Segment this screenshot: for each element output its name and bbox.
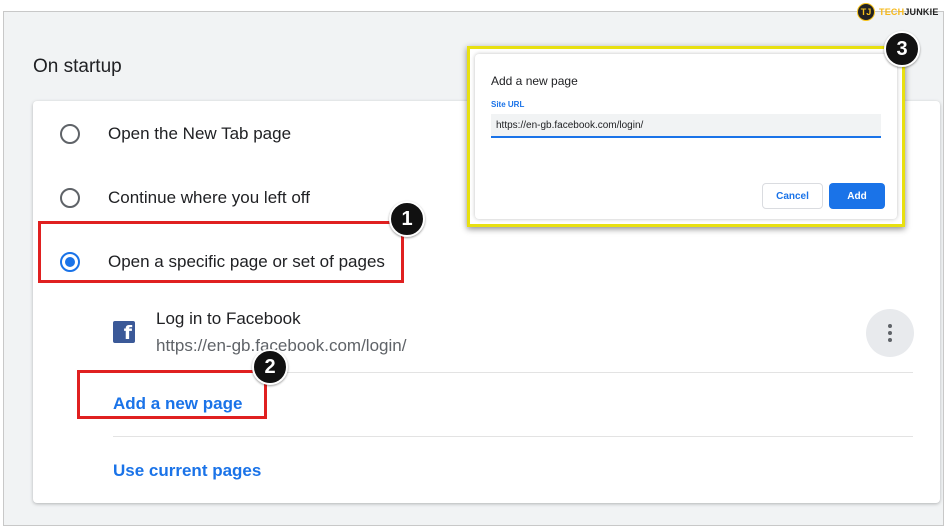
highlight-add-new-page	[77, 370, 267, 419]
add-page-dialog: Add a new page Site URL Cancel Add	[475, 54, 897, 219]
site-url-input[interactable]	[491, 114, 881, 138]
cancel-button[interactable]: Cancel	[762, 183, 823, 209]
section-title: On startup	[33, 56, 122, 77]
techjunkie-logo-icon: TJ	[857, 3, 875, 21]
dialog-title: Add a new page	[491, 74, 578, 88]
option-label: Continue where you left off	[108, 188, 310, 207]
techjunkie-watermark: TJ TECHJUNKIE	[857, 3, 939, 21]
step-badge-2: 2	[252, 349, 288, 385]
more-dot-icon	[888, 331, 892, 335]
facebook-icon: f	[113, 321, 135, 343]
more-dot-icon	[888, 324, 892, 328]
page-name: Log in to Facebook	[156, 309, 301, 328]
watermark-text: TECHJUNKIE	[879, 7, 939, 17]
site-url-label: Site URL	[491, 100, 525, 109]
step-badge-1: 1	[389, 201, 425, 237]
option-label: Open the New Tab page	[108, 124, 292, 143]
step-badge-3: 3	[884, 31, 920, 67]
divider	[113, 436, 913, 437]
highlight-dialog: Add a new page Site URL Cancel Add	[467, 46, 905, 227]
radio-button[interactable]	[60, 188, 80, 208]
add-button[interactable]: Add	[829, 183, 885, 209]
more-dot-icon	[888, 338, 892, 342]
use-current-pages-link[interactable]: Use current pages	[113, 461, 261, 481]
highlight-specific-pages	[38, 221, 404, 283]
more-actions-button[interactable]	[866, 309, 914, 357]
radio-button[interactable]	[60, 124, 80, 144]
